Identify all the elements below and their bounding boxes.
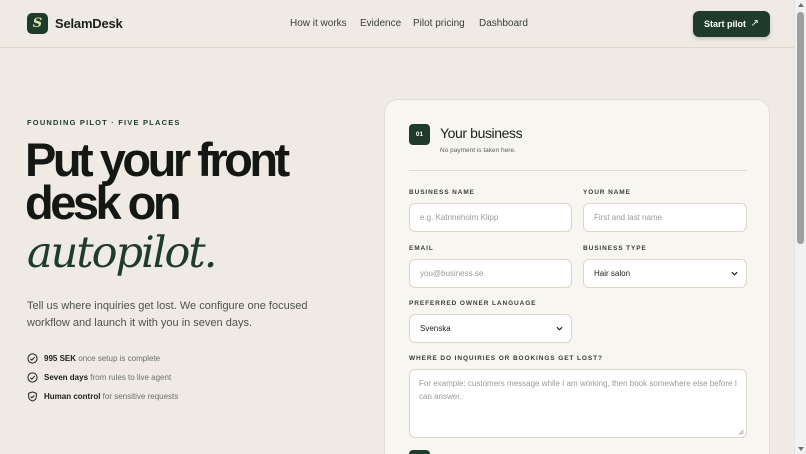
- scroll-thumb[interactable]: [797, 12, 804, 244]
- feature-price-text: once setup is complete: [76, 354, 161, 363]
- business-type-label: BUSINESS TYPE: [583, 245, 647, 252]
- page-scrollbar[interactable]: [794, 0, 806, 454]
- feature-timeline-text: from rules to live agent: [88, 373, 172, 382]
- hero-headline: Put your front desk on: [25, 136, 290, 226]
- inquiries-textarea[interactable]: For example: customers message while I a…: [409, 369, 747, 438]
- hero-eyebrow: FOUNDING PILOT · FIVE PLACES: [27, 118, 181, 127]
- shield-check-icon: [28, 391, 37, 402]
- feature-control-bold: Human control: [44, 392, 101, 401]
- check-circle-icon: [27, 353, 38, 364]
- inquiries-placeholder: For example: customers message while I a…: [419, 379, 737, 401]
- language-select[interactable]: Svenska: [409, 314, 572, 343]
- nav-evidence[interactable]: Evidence: [360, 18, 401, 29]
- email-label: EMAIL: [409, 245, 434, 252]
- form-divider: [409, 170, 747, 171]
- nav-pilot-pricing[interactable]: Pilot pricing: [413, 18, 465, 29]
- headline-italic: autopilot.: [27, 228, 217, 278]
- feature-timeline-bold: Seven days: [44, 373, 89, 382]
- business-type-value: Hair salon: [594, 269, 631, 278]
- step-badge: 01: [409, 124, 430, 145]
- nav-dashboard[interactable]: Dashboard: [479, 18, 528, 29]
- nav-how-it-works[interactable]: How it works: [290, 18, 347, 29]
- site-header: S SelamDesk How it works Evidence Pilot …: [0, 0, 794, 48]
- chevron-down-icon: [556, 326, 563, 331]
- signup-form-card: 01 Your business No payment is taken her…: [384, 99, 770, 454]
- inquiries-label: WHERE DO INQUIRIES OR BOOKINGS GET LOST?: [409, 355, 603, 362]
- email-input[interactable]: you@business.se: [409, 259, 572, 288]
- hero-lede: Tell us where inquiries get lost. We con…: [27, 300, 308, 329]
- brand-name[interactable]: SelamDesk: [55, 16, 123, 31]
- scroll-down-arrow-icon[interactable]: [798, 447, 804, 451]
- check-circle-icon: [27, 372, 38, 383]
- language-value: Svenska: [420, 324, 451, 333]
- your-name-input[interactable]: First and last name: [583, 203, 747, 232]
- start-pilot-button[interactable]: Start pilot ↗: [693, 11, 770, 37]
- feature-control-text: for sensitive requests: [100, 392, 179, 401]
- scroll-up-arrow-icon[interactable]: [798, 3, 804, 7]
- feature-price-bold: 995 SEK: [44, 354, 77, 363]
- language-label: PREFERRED OWNER LANGUAGE: [409, 300, 537, 307]
- start-pilot-label: Start pilot: [704, 19, 746, 29]
- resize-handle-icon[interactable]: [738, 429, 744, 435]
- arrow-up-right-icon: ↗: [750, 18, 759, 29]
- chevron-down-icon: [731, 271, 738, 276]
- business-name-label: BUSINESS NAME: [409, 189, 475, 196]
- your-name-label: YOUR NAME: [583, 189, 631, 196]
- form-title: Your business: [440, 125, 523, 141]
- headline-line-2: desk on: [25, 176, 182, 229]
- business-name-input[interactable]: e.g. Katrineholm Klipp: [409, 203, 572, 232]
- logo-icon[interactable]: S: [27, 13, 48, 34]
- next-step-badge: [409, 450, 430, 454]
- form-subtitle: No payment is taken here.: [440, 147, 516, 154]
- business-type-select[interactable]: Hair salon: [583, 259, 747, 288]
